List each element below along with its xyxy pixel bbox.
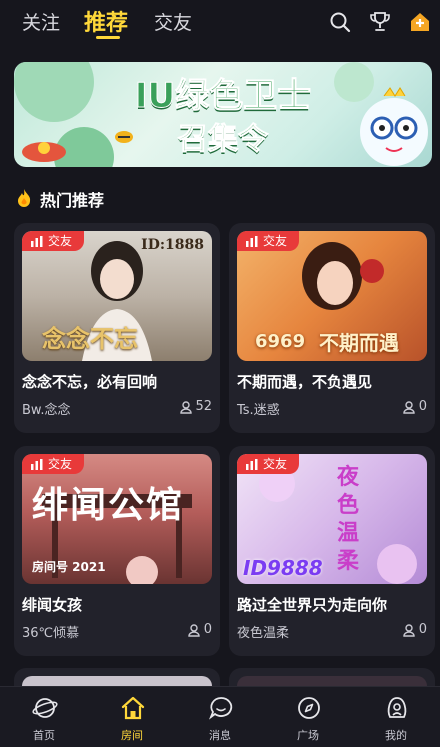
category-badge: 交友 bbox=[237, 454, 299, 474]
user-count: 0 bbox=[418, 399, 427, 414]
home-plus-icon[interactable] bbox=[408, 10, 432, 34]
cover-title: 念念不忘 bbox=[42, 325, 138, 353]
room-title: 路过全世界只为走向你 bbox=[237, 596, 388, 614]
user-count-icon bbox=[180, 401, 192, 414]
user-count-icon bbox=[188, 624, 200, 637]
cover-title: 夜色温柔 bbox=[337, 465, 360, 574]
nav-home[interactable]: 首页 bbox=[0, 687, 88, 747]
category-badge: 交友 bbox=[237, 231, 299, 251]
profile-icon bbox=[387, 697, 407, 718]
user-count-icon bbox=[403, 401, 415, 414]
compass-icon bbox=[298, 697, 320, 719]
room-card[interactable]: 绯闻公馆 房间号 2021 交友 绯闻女孩 36℃倾慕 0 bbox=[14, 446, 220, 656]
badge-label: 交友 bbox=[48, 234, 73, 248]
nav-messages[interactable]: 消息 bbox=[176, 687, 264, 747]
user-count: 0 bbox=[203, 622, 212, 637]
host-name: Ts.迷惑 bbox=[237, 403, 280, 418]
banner-title-line2: 召集令 bbox=[178, 122, 269, 158]
bars-icon bbox=[246, 459, 258, 470]
tab-friends[interactable]: 交友 bbox=[154, 8, 192, 35]
nav-label: 房间 bbox=[121, 729, 143, 742]
bars-icon bbox=[31, 459, 43, 470]
cover-room-id: 房间号 2021 bbox=[32, 560, 106, 574]
promo-banner[interactable]: IU绿色卫士 召集令 bbox=[14, 62, 432, 167]
badge-label: 交友 bbox=[263, 457, 288, 471]
nav-label: 广场 bbox=[297, 729, 319, 742]
active-tab-indicator bbox=[96, 36, 120, 39]
user-count-icon bbox=[403, 624, 415, 637]
trophy-icon[interactable] bbox=[368, 10, 392, 34]
bars-icon bbox=[31, 236, 43, 247]
flame-icon bbox=[18, 189, 31, 207]
cover-room-id: ID:1888 bbox=[141, 237, 204, 253]
host-name: Bw.念念 bbox=[22, 403, 71, 418]
cover-room-id: ID9888 bbox=[243, 556, 323, 580]
nav-profile[interactable]: 我的 bbox=[352, 687, 440, 747]
nav-rooms[interactable]: 房间 bbox=[88, 687, 176, 747]
planet-icon bbox=[32, 698, 58, 718]
host-name: 夜色温柔 bbox=[237, 626, 290, 641]
badge-label: 交友 bbox=[263, 234, 288, 248]
cover-room-id: 6969 bbox=[255, 331, 306, 352]
banner-title-line1: IU绿色卫士 bbox=[134, 76, 312, 117]
room-title: 不期而遇，不负遇见 bbox=[237, 373, 373, 391]
category-badge: 交友 bbox=[22, 231, 84, 251]
section-title: 热门推荐 bbox=[40, 191, 105, 210]
room-title: 念念不忘，必有回响 bbox=[22, 373, 158, 391]
bars-icon bbox=[246, 236, 258, 247]
cover-title: 不期而遇 bbox=[319, 331, 399, 355]
room-card[interactable]: 不期而遇 6969 交友 不期而遇，不负遇见 Ts.迷惑 0 bbox=[229, 223, 435, 433]
nav-label: 首页 bbox=[33, 729, 55, 742]
tab-follow[interactable]: 关注 bbox=[22, 8, 60, 35]
search-icon[interactable] bbox=[328, 10, 352, 34]
top-bar: 关注 推荐 交友 bbox=[0, 0, 440, 46]
nav-plaza[interactable]: 广场 bbox=[264, 687, 352, 747]
nav-label: 消息 bbox=[209, 729, 231, 742]
room-card[interactable]: 念念不忘 ID:1888 交友 念念不忘，必有回响 Bw.念念 52 bbox=[14, 223, 220, 433]
nav-label: 我的 bbox=[385, 729, 407, 742]
chat-icon bbox=[208, 697, 233, 720]
room-card[interactable]: 夜色温柔 ID9888 交友 路过全世界只为走向你 夜色温柔 0 bbox=[229, 446, 435, 656]
user-count: 0 bbox=[418, 622, 427, 637]
tab-recommend[interactable]: 推荐 bbox=[84, 5, 128, 37]
user-count: 52 bbox=[195, 399, 212, 414]
bottom-nav: 首页 房间 消息 广场 我的 bbox=[0, 686, 440, 747]
cover-title: 绯闻公馆 bbox=[32, 485, 185, 526]
category-badge: 交友 bbox=[22, 454, 84, 474]
host-name: 36℃倾慕 bbox=[22, 626, 80, 641]
badge-label: 交友 bbox=[48, 457, 73, 471]
room-title: 绯闻女孩 bbox=[22, 596, 83, 614]
house-icon bbox=[121, 696, 145, 720]
